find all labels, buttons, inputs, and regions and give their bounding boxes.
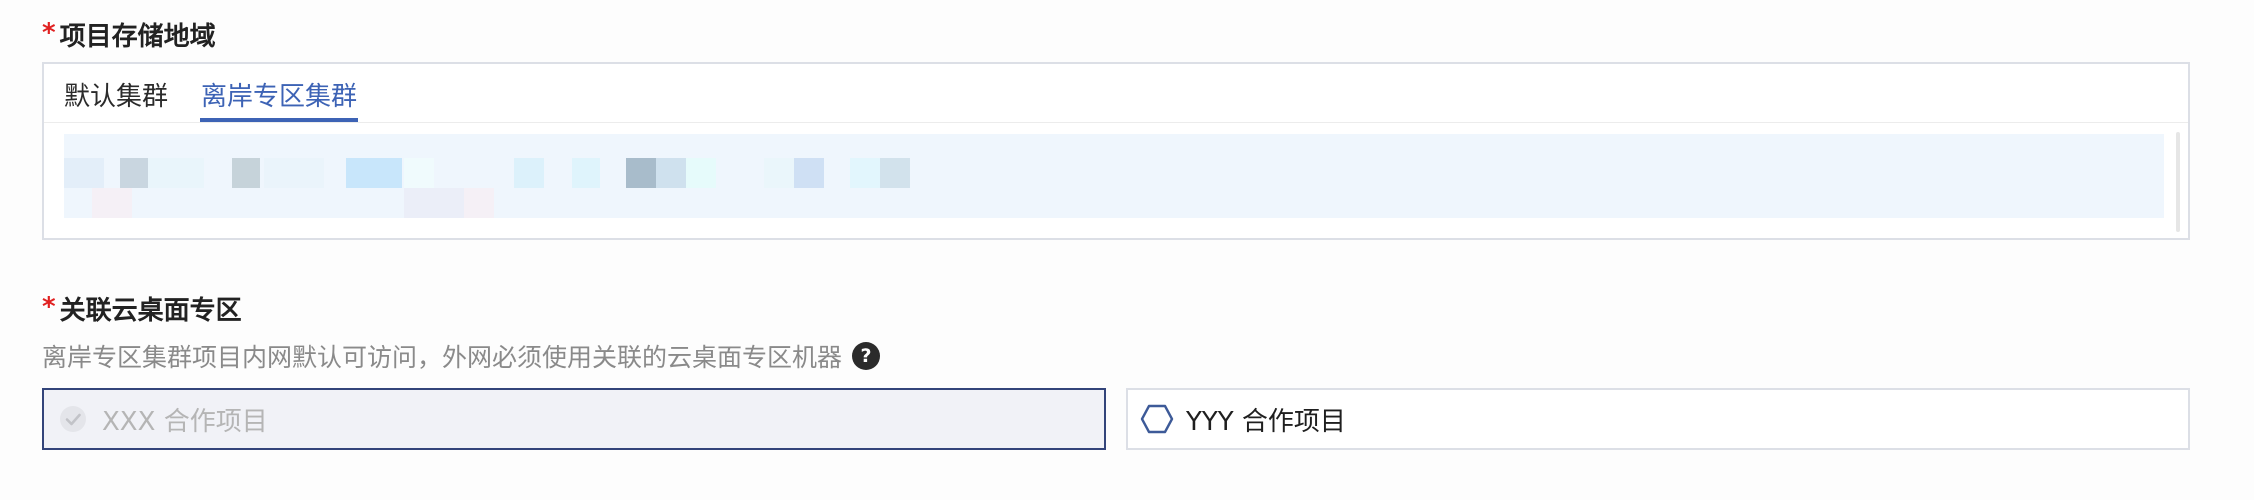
hint-text: 离岸专区集群项目内网默认可访问，外网必须使用关联的云桌面专区机器: [42, 343, 843, 372]
question-circle-icon[interactable]: ?: [852, 342, 881, 370]
option-xxx-project[interactable]: XXX 合作项目: [42, 388, 1106, 450]
desktop-zone-title: 关联云桌面专区: [59, 296, 242, 326]
desktop-zone-label: * 关联云桌面专区: [42, 290, 242, 327]
option-label: YYY 合作项目: [1186, 406, 1346, 437]
tab-offshore-cluster[interactable]: 离岸专区集群: [200, 76, 358, 122]
tab-default-cluster[interactable]: 默认集群: [64, 76, 168, 122]
option-label: XXX 合作项目: [102, 406, 268, 437]
blurred-content: [64, 134, 2164, 218]
cluster-list-blurred[interactable]: [64, 134, 2164, 218]
hexagon-icon: [1140, 402, 1174, 436]
check-circle-icon: [56, 402, 90, 436]
storage-region-title: 项目存储地域: [59, 22, 216, 52]
desktop-zone-hint: 离岸专区集群项目内网默认可访问，外网必须使用关联的云桌面专区机器 ?: [42, 338, 881, 374]
option-yyy-project[interactable]: YYY 合作项目: [1126, 388, 2190, 450]
required-asterisk: *: [42, 17, 56, 48]
cluster-tabs: 默认集群 离岸专区集群: [44, 64, 2188, 123]
cluster-list-scrollbar[interactable]: [2176, 132, 2180, 232]
storage-region-panel: 默认集群 离岸专区集群: [42, 62, 2190, 240]
required-asterisk: *: [42, 291, 56, 322]
storage-region-label: * 项目存储地域: [42, 16, 216, 53]
